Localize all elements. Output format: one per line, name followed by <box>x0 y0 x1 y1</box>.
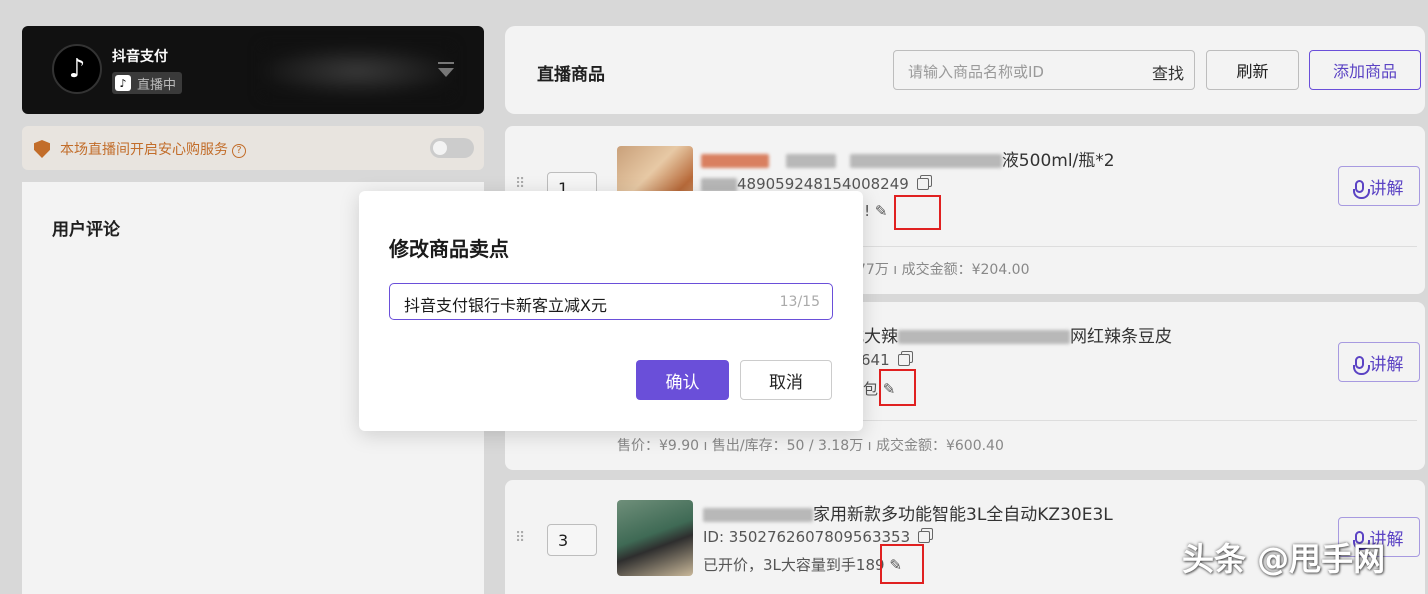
account-name: 抖音支付 <box>112 49 168 65</box>
product-id: 641 <box>861 351 910 369</box>
character-counter: 13/15 <box>779 294 820 310</box>
copy-icon[interactable] <box>916 178 929 190</box>
speak-button[interactable]: 讲解 <box>1338 342 1420 382</box>
selling-point: 已开价，3L大容量到手189 ✎ <box>703 556 902 574</box>
douyin-logo-icon: ♪ <box>52 44 102 94</box>
safety-toggle[interactable] <box>430 138 474 158</box>
search-input[interactable]: 请输入商品名称或ID <box>908 61 1044 82</box>
product-stats: 售价：¥9.90 ı 售出/库存：50 / 3.18万 ı 成交金额：¥600.… <box>617 438 1004 454</box>
product-title: 家用新款多功能智能3L全自动KZ30E3L <box>703 500 1113 525</box>
selling-point-input-value[interactable]: 抖音支付银行卡新客立减X元 <box>404 292 607 316</box>
search-box[interactable]: 请输入商品名称或ID 查找 <box>893 50 1195 90</box>
microphone-icon <box>1352 179 1370 199</box>
highlight-box <box>894 195 941 230</box>
drag-handle-icon[interactable]: ⠿ <box>515 530 525 546</box>
dialog-title: 修改商品卖点 <box>389 237 509 261</box>
highlight-box <box>880 544 924 584</box>
products-header: 直播商品 请输入商品名称或ID 查找 刷新 添加商品 <box>505 26 1425 114</box>
product-title: 液500ml/瓶*2 <box>701 146 1115 171</box>
product-index-input[interactable]: 3 <box>547 524 597 556</box>
product-stats: 77万 ı 成交金额：¥204.00 <box>857 262 1030 278</box>
account-card[interactable]: ♪ 抖音支付 ♪ 直播中 <box>22 26 484 114</box>
add-product-button[interactable]: 添加商品 <box>1309 50 1421 90</box>
confirm-button[interactable]: 确认 <box>636 360 729 400</box>
comments-title: 用户评论 <box>52 220 120 240</box>
product-thumbnail <box>617 500 693 576</box>
highlight-box <box>879 369 916 406</box>
safety-service-bar: 本场直播间开启安心购服务? <box>22 126 484 170</box>
drag-handle-icon[interactable]: ⠿ <box>515 176 525 192</box>
account-switch-dropdown-icon[interactable] <box>436 62 456 80</box>
shield-icon <box>34 140 50 158</box>
copy-icon[interactable] <box>918 531 931 543</box>
douyin-icon: ♪ <box>115 75 131 91</box>
products-title: 直播商品 <box>537 65 605 85</box>
live-status-badge: ♪ 直播中 <box>112 72 183 94</box>
cancel-button[interactable]: 取消 <box>740 360 832 400</box>
edit-selling-point-dialog: 修改商品卖点 抖音支付银行卡新客立减X元 13/15 确认 取消 <box>359 191 863 431</box>
watermark: 头条 @甩手网 <box>1182 540 1386 578</box>
blurred-area <box>262 46 452 96</box>
edit-pencil-icon[interactable]: ✎ <box>875 202 888 220</box>
speak-button[interactable]: 讲解 <box>1338 166 1420 206</box>
microphone-icon <box>1352 355 1370 375</box>
product-title: 式大辣 网红辣条豆皮 <box>847 327 1172 347</box>
search-button[interactable]: 查找 <box>1152 60 1184 84</box>
help-icon[interactable]: ? <box>232 144 246 158</box>
live-status-text: 直播中 <box>137 77 177 93</box>
blurred-badge <box>701 154 769 168</box>
refresh-button[interactable]: 刷新 <box>1206 50 1299 90</box>
copy-icon[interactable] <box>897 354 910 366</box>
safety-service-text: 本场直播间开启安心购服务 <box>60 142 228 158</box>
selling-point-input[interactable]: 抖音支付银行卡新客立减X元 13/15 <box>389 283 833 320</box>
